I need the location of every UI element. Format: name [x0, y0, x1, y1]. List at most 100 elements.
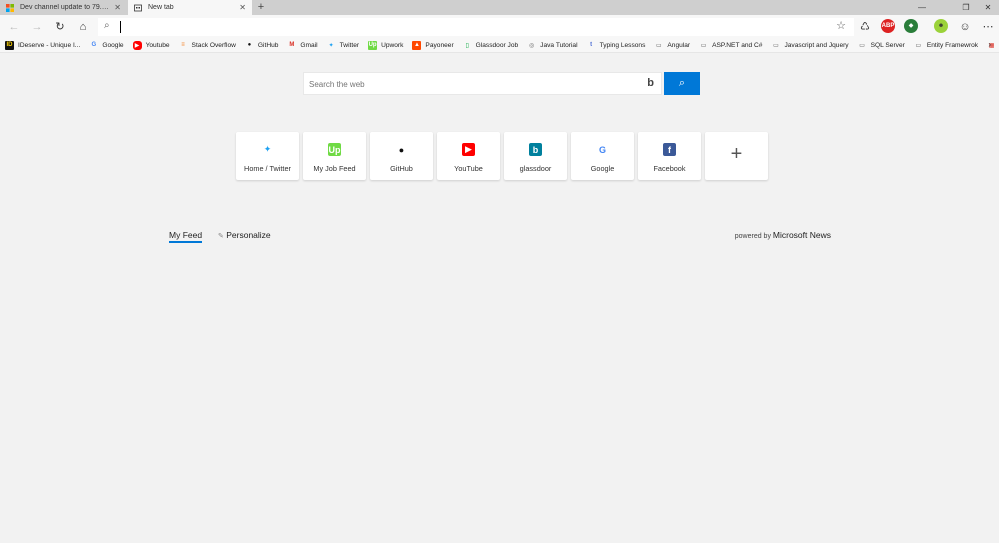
stackoverflow-icon: ≡	[181, 42, 185, 48]
typing-icon: t	[590, 42, 593, 48]
back-button[interactable]: ←	[6, 19, 22, 35]
top-site-tile[interactable]: f Facebook	[638, 132, 701, 180]
bookmark-item[interactable]: ◎ Java Tutorial	[527, 41, 578, 50]
navigation-bar: ← → ↻ ⌂ ⌕ ☆ ♺ ABP ◆ ☻ ☺ ⋯	[0, 15, 999, 38]
upwork-icon: Up	[328, 143, 341, 156]
settings-more-icon[interactable]: ⋯	[980, 19, 996, 35]
plus-icon: +	[730, 143, 743, 165]
folder-icon: ▭	[773, 42, 779, 49]
folder-icon: ▭	[859, 42, 865, 49]
profile-avatar[interactable]: ☻	[934, 19, 948, 33]
bookmark-item[interactable]: Up Upwork	[368, 40, 403, 50]
bookmark-label: Payoneer	[425, 41, 454, 49]
feedback-smiley-icon[interactable]: ☺	[957, 19, 973, 35]
pencil-icon: ✎	[218, 233, 224, 240]
bookmark-item[interactable]: t Typing Lessons	[587, 41, 646, 50]
bing-logo-icon: b	[647, 77, 654, 89]
news-provider: Microsoft News	[772, 230, 831, 240]
gmail-icon: M	[289, 42, 295, 48]
tab-new-tab[interactable]: New tab ✕	[128, 0, 252, 15]
new-tab-button[interactable]: +	[255, 0, 267, 15]
google-icon: G	[598, 144, 606, 155]
collections-icon[interactable]: ♺	[857, 19, 873, 35]
bookmark-item[interactable]: ID IDeserve - Unique I...	[5, 40, 81, 50]
bookmark-item[interactable]: ▭ Angular	[654, 41, 690, 50]
bookmark-item[interactable]: ▶ Youtube	[132, 40, 170, 50]
bookmark-label: SQL Server	[870, 41, 905, 49]
bookmark-item[interactable]: ▭ SQL Server	[858, 41, 905, 50]
bookmark-item[interactable]: ▭ ASP.NET and C#	[699, 41, 763, 50]
tile-label: GitHub	[390, 164, 413, 173]
bing-icon: b	[529, 143, 542, 156]
bookmark-label: Google	[102, 41, 124, 49]
search-input[interactable]	[309, 77, 629, 91]
adblock-extension-icon[interactable]: ABP	[881, 19, 895, 33]
bookmark-item[interactable]: ▲ Payoneer	[412, 40, 454, 50]
top-site-tile[interactable]: ● GitHub	[370, 132, 433, 180]
minimize-icon[interactable]: —	[911, 0, 933, 15]
bookmark-item[interactable]: M Gmail	[287, 41, 317, 50]
bookmark-item[interactable]: G Google	[89, 41, 123, 50]
bookmark-label: Twitter	[339, 41, 360, 49]
bookmark-label: Stack Overflow	[191, 41, 236, 49]
youtube-icon: ▶	[132, 40, 142, 50]
title-bar: Dev channel update to 79.0.301... ✕ New …	[0, 0, 999, 15]
bookmark-item[interactable]: ▯ Glassdoor Job	[463, 41, 519, 50]
tile-label: glassdoor	[519, 164, 552, 173]
folder-icon: ▭	[700, 42, 707, 49]
bookmark-item[interactable]: ≡ Stack Overflow	[179, 41, 236, 50]
refresh-button[interactable]: ↻	[52, 19, 68, 35]
close-window-icon[interactable]: ✕	[977, 0, 999, 15]
bookmark-label: ASP.NET and C#	[712, 41, 763, 49]
top-site-tile[interactable]: ✦ Home / Twitter	[236, 132, 299, 180]
my-feed-tab[interactable]: My Feed	[169, 230, 203, 243]
bookmark-item[interactable]: ▭ Entity Framewrok	[914, 41, 978, 50]
bookmark-label: Angular	[667, 41, 691, 49]
bookmarks-bar: ID IDeserve - Unique I... G Google ▶ Youtube ≡…	[0, 38, 999, 53]
top-site-tile[interactable]: Up My Job Feed	[303, 132, 366, 180]
glassdoor-icon: ▯	[465, 42, 469, 49]
close-tab-icon[interactable]: ✕	[239, 3, 246, 12]
bookmark-label: Java Tutorial	[540, 41, 578, 49]
restore-icon[interactable]: ❐	[955, 0, 977, 15]
bookmark-item[interactable]: ✦ Twitter	[327, 41, 359, 50]
tile-label: Facebook	[653, 164, 686, 173]
address-input[interactable]	[122, 20, 822, 34]
bookmark-item[interactable]: ▭ Javascript and Jquery	[771, 41, 848, 50]
tab-title: Dev channel update to 79.0.301...	[20, 4, 110, 11]
bookmark-label: IDeserve - Unique I...	[18, 41, 81, 49]
tab-dev-channel[interactable]: Dev channel update to 79.0.301... ✕	[0, 0, 127, 15]
search-icon: ⌕	[104, 20, 110, 31]
address-bar[interactable]: ⌕ ☆	[98, 18, 854, 36]
github-icon: ●	[398, 144, 405, 155]
bookmark-label: Glassdoor Job	[475, 41, 519, 49]
tile-label: YouTube	[454, 164, 483, 173]
top-site-tile[interactable]: b glassdoor	[504, 132, 567, 180]
search-button[interactable]: ⌕	[664, 72, 700, 95]
powered-by-label: powered by Microsoft News	[735, 230, 831, 240]
tile-label: My Job Feed	[313, 164, 356, 173]
tile-label: Home / Twitter	[244, 164, 291, 173]
extension-icon[interactable]: ◆	[904, 19, 918, 33]
personalize-button[interactable]: ✎ Personalize	[218, 230, 271, 240]
bookmark-label: Entity Framewrok	[926, 41, 979, 49]
bookmarks-overflow-chevron-icon[interactable]: ›	[988, 40, 991, 49]
home-button[interactable]: ⌂	[75, 19, 91, 35]
microsoft-logo-icon	[6, 3, 14, 12]
twitter-icon: ✦	[263, 144, 272, 154]
folder-icon: ▭	[915, 42, 922, 49]
bookmark-label: Typing Lessons	[599, 41, 646, 49]
add-site-button[interactable]: +	[705, 132, 768, 180]
search-icon: ⌕	[678, 77, 686, 89]
tile-label: Google	[590, 164, 615, 173]
top-site-tile[interactable]: ▶ YouTube	[437, 132, 500, 180]
bookmark-item[interactable]: ● GitHub	[245, 41, 279, 50]
github-icon: ●	[247, 42, 252, 48]
favorite-star-icon[interactable]: ☆	[836, 19, 846, 32]
forward-button[interactable]: →	[29, 19, 45, 35]
upwork-icon: Up	[368, 40, 378, 50]
web-search-box[interactable]: b	[303, 72, 662, 95]
text-caret	[120, 21, 121, 33]
close-tab-icon[interactable]: ✕	[114, 3, 121, 12]
top-site-tile[interactable]: G Google	[571, 132, 634, 180]
